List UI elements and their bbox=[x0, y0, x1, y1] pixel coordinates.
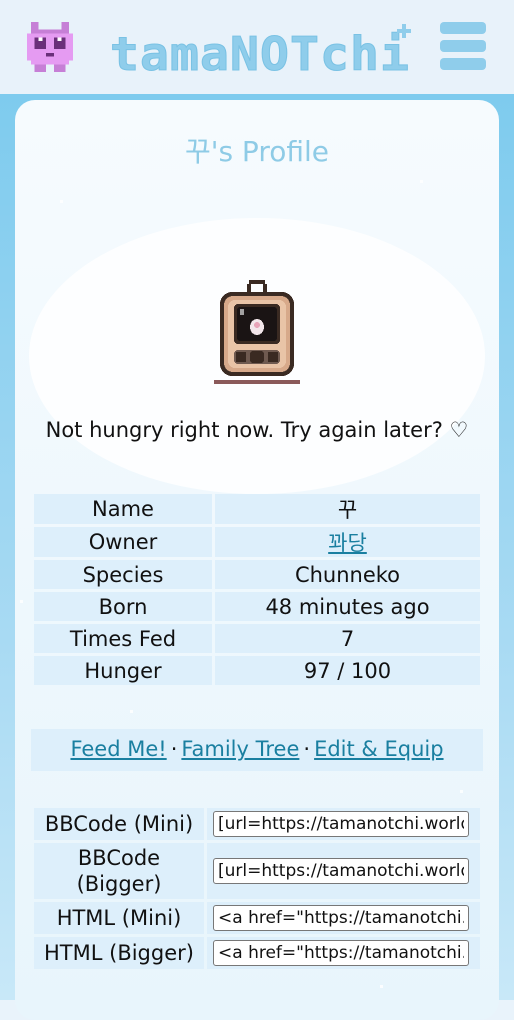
code-label: BBCode (Mini) bbox=[34, 808, 204, 840]
sparkle-decoration bbox=[20, 600, 23, 603]
bbcode-mini-field[interactable] bbox=[213, 811, 469, 837]
sparkle-decoration bbox=[380, 985, 383, 988]
info-label: Hunger bbox=[34, 656, 212, 685]
page-title: 꾸's Profile bbox=[184, 135, 329, 168]
sparkle-decoration bbox=[460, 790, 463, 793]
table-row: BBCode (Mini) bbox=[34, 808, 480, 840]
pet-info-table: Name 꾸 Owner 꽈당 Species Chunneko Born 48… bbox=[31, 491, 483, 688]
status-message: Not hungry right now. Try again later? ♡ bbox=[45, 418, 469, 442]
code-cell bbox=[207, 937, 480, 969]
action-links: Feed Me! · Family Tree · Edit & Equip bbox=[31, 729, 483, 771]
table-row: Owner 꽈당 bbox=[34, 527, 480, 557]
tamagotchi-device-icon bbox=[214, 280, 300, 384]
table-row: BBCode (Bigger) bbox=[34, 843, 480, 899]
sparkle-decoration bbox=[420, 180, 423, 183]
logo-text: tamaNOTchi bbox=[110, 27, 410, 78]
code-cell bbox=[207, 902, 480, 934]
pink-pet-icon[interactable] bbox=[26, 22, 74, 72]
separator: · bbox=[303, 737, 311, 761]
table-row: Hunger 97 / 100 bbox=[34, 656, 480, 685]
info-value: Chunneko bbox=[215, 560, 480, 589]
edit-equip-link[interactable]: Edit & Equip bbox=[314, 737, 443, 761]
code-label: BBCode (Bigger) bbox=[34, 843, 204, 899]
separator: · bbox=[170, 737, 178, 761]
info-label: Times Fed bbox=[34, 624, 212, 653]
code-cell bbox=[207, 808, 480, 840]
table-row: Born 48 minutes ago bbox=[34, 592, 480, 621]
table-row: HTML (Mini) bbox=[34, 902, 480, 934]
hamburger-menu-icon[interactable] bbox=[440, 22, 488, 72]
info-value: 48 minutes ago bbox=[215, 592, 480, 621]
table-row: Species Chunneko bbox=[34, 560, 480, 589]
info-label: Name bbox=[34, 494, 212, 524]
sparkle-decoration bbox=[60, 200, 63, 203]
info-label: Born bbox=[34, 592, 212, 621]
html-mini-field[interactable] bbox=[213, 905, 469, 931]
table-row: Name 꾸 bbox=[34, 494, 480, 524]
html-bigger-field[interactable] bbox=[213, 940, 469, 966]
info-label: Owner bbox=[34, 527, 212, 557]
header-bar: tamaNOTchi bbox=[0, 0, 514, 94]
code-label: HTML (Bigger) bbox=[34, 937, 204, 969]
feed-me-link[interactable]: Feed Me! bbox=[70, 737, 166, 761]
table-row: Times Fed 7 bbox=[34, 624, 480, 653]
code-cell bbox=[207, 843, 480, 899]
table-row: HTML (Bigger) bbox=[34, 937, 480, 969]
info-value: 97 / 100 bbox=[215, 656, 480, 685]
code-label: HTML (Mini) bbox=[34, 902, 204, 934]
bbcode-bigger-field[interactable] bbox=[213, 858, 469, 884]
info-value: 7 bbox=[215, 624, 480, 653]
owner-link[interactable]: 꽈당 bbox=[328, 531, 367, 555]
info-value: 꾸 bbox=[215, 494, 480, 524]
embed-codes-table: BBCode (Mini) BBCode (Bigger) HTML (Mini… bbox=[31, 805, 483, 972]
owner-cell: 꽈당 bbox=[215, 527, 480, 557]
family-tree-link[interactable]: Family Tree bbox=[181, 737, 299, 761]
sparkle-decoration bbox=[130, 710, 133, 713]
site-logo[interactable]: tamaNOTchi bbox=[110, 22, 420, 78]
info-label: Species bbox=[34, 560, 212, 589]
